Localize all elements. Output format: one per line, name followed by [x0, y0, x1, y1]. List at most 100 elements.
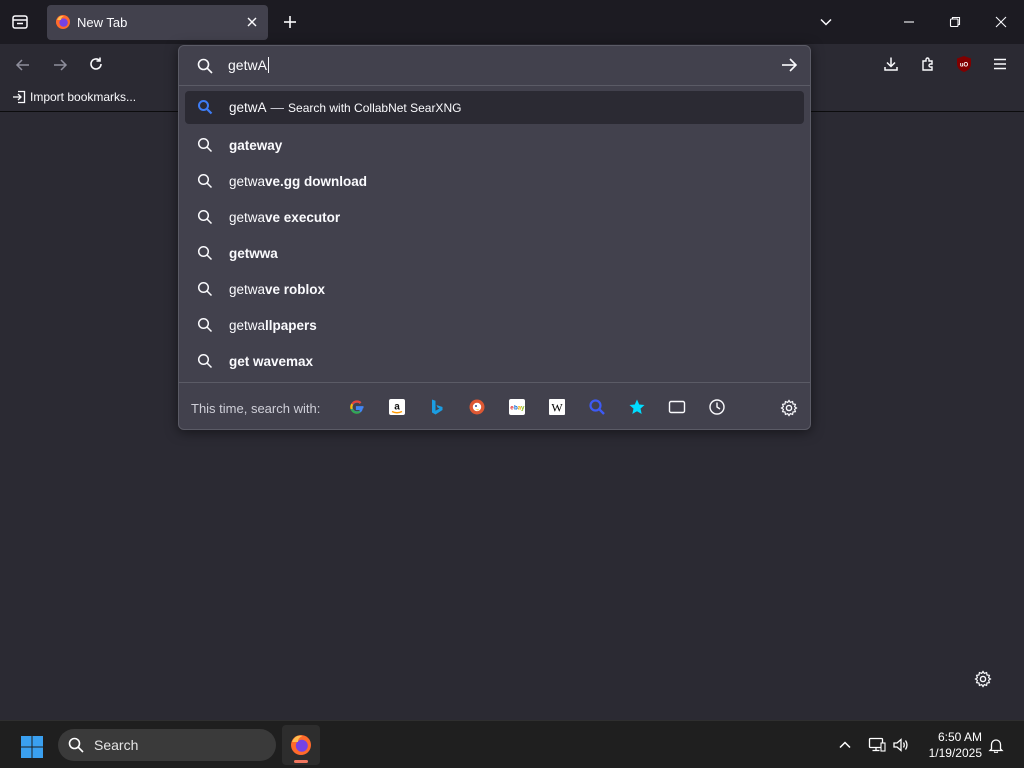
bing-icon — [432, 399, 443, 415]
amazon-icon: a — [389, 399, 405, 415]
chevron-up-icon — [839, 741, 851, 749]
firefox-view-button[interactable] — [8, 10, 32, 34]
go-arrow-icon[interactable] — [780, 56, 798, 74]
suggestion-row[interactable]: get wavemax — [179, 343, 810, 379]
searxng-icon — [198, 100, 213, 115]
search-icon — [197, 317, 213, 333]
one-off-wikipedia-button[interactable]: W — [547, 397, 567, 417]
svg-text:a: a — [394, 402, 400, 413]
search-icon — [197, 58, 213, 74]
one-off-label: This time, search with: — [191, 401, 321, 416]
firefox-logo-icon — [291, 735, 311, 755]
one-off-duckduckgo-button[interactable] — [467, 397, 487, 417]
urlbar-dropdown: getwA getwA — Search with CollabNet SearXN… — [178, 45, 811, 430]
suggestion-completion: get wavemax — [229, 353, 314, 369]
app-menu-button[interactable] — [989, 53, 1011, 75]
one-off-google-button[interactable] — [347, 397, 367, 417]
search-settings-gear-icon[interactable] — [780, 399, 798, 417]
urlbar-input[interactable]: getwA — [228, 57, 269, 73]
suggestion-completion: llpapers — [265, 317, 317, 333]
suggestion-completion: gateway — [229, 137, 283, 153]
tab-new-tab[interactable]: New Tab — [47, 5, 268, 40]
one-off-history-button[interactable] — [707, 397, 727, 417]
close-window-button[interactable] — [988, 11, 1014, 33]
firefox-view-icon — [12, 15, 28, 29]
suggestion-typed: getwa — [229, 173, 266, 189]
taskbar-firefox-button[interactable] — [282, 725, 320, 765]
taskbar-search-box[interactable]: Search — [58, 729, 276, 761]
suggestion-row[interactable]: getwallpapers — [179, 307, 810, 343]
one-off-ebay-button[interactable]: e b a y — [507, 397, 527, 417]
network-icon — [868, 737, 886, 752]
search-icon — [197, 209, 213, 225]
back-arrow-icon — [15, 59, 29, 71]
suggestion-typed: getwa — [229, 317, 266, 333]
searxng-icon — [589, 399, 605, 415]
list-all-tabs-button[interactable] — [815, 11, 837, 33]
one-off-amazon-button[interactable]: a — [387, 397, 407, 417]
ublock-origin-button[interactable]: uO — [953, 53, 975, 75]
ublock-origin-icon: uO — [957, 56, 971, 72]
tabs-icon — [668, 400, 686, 414]
back-button[interactable] — [12, 54, 34, 76]
taskbar-search-placeholder: Search — [94, 737, 139, 753]
restore-button[interactable] — [942, 11, 968, 33]
suggestion-completion: ve roblox — [265, 281, 326, 297]
heuristic-action: Search with CollabNet SearXNG — [288, 101, 462, 115]
suggestion-row[interactable]: getwwa — [179, 235, 810, 271]
download-icon — [884, 57, 898, 71]
search-icon — [197, 245, 213, 261]
chevron-down-icon — [820, 18, 832, 26]
suggestion-completion: getwwa — [229, 245, 278, 261]
bell-icon — [988, 739, 1004, 753]
heuristic-query: getwA — [229, 100, 267, 115]
hamburger-menu-icon — [994, 58, 1006, 70]
volume-button[interactable] — [890, 734, 912, 756]
history-icon — [709, 399, 725, 415]
suggestion-row[interactable]: getwave.gg download — [179, 163, 810, 199]
suggestion-text: getwave executor — [229, 210, 340, 225]
restore-icon — [949, 16, 961, 28]
windows-logo-icon — [21, 736, 43, 758]
suggestion-row[interactable]: gateway — [179, 127, 810, 163]
speaker-icon — [893, 738, 908, 752]
ebay-icon: e b a y — [509, 399, 525, 415]
suggestion-row[interactable]: getwave roblox — [179, 271, 810, 307]
taskbar-clock[interactable]: 6:50 AM 1/19/2025 — [918, 729, 982, 761]
svg-text:y: y — [521, 405, 525, 412]
forward-arrow-icon — [54, 59, 68, 71]
heuristic-result-row[interactable]: getwA — Search with CollabNet SearXNG — [185, 91, 804, 124]
svg-text:W: W — [551, 401, 563, 415]
downloads-button[interactable] — [880, 53, 902, 75]
suggestion-row[interactable]: getwave executor — [179, 199, 810, 235]
search-icon — [68, 737, 84, 753]
network-button[interactable] — [866, 734, 888, 756]
urlbar-input-row[interactable]: getwA — [179, 46, 810, 86]
import-bookmarks-label: Import bookmarks... — [30, 90, 137, 104]
one-off-bing-button[interactable] — [427, 397, 447, 417]
text-caret — [267, 57, 269, 73]
search-icon — [197, 353, 213, 369]
plus-icon — [284, 16, 296, 28]
minimize-icon — [904, 21, 914, 23]
customize-gear-icon[interactable] — [974, 670, 992, 688]
reload-button[interactable] — [85, 53, 107, 75]
extensions-button[interactable] — [917, 53, 939, 75]
suggestion-text: gateway — [229, 138, 282, 153]
close-tab-icon[interactable] — [244, 14, 260, 30]
show-hidden-icons-button[interactable] — [834, 734, 856, 756]
suggestion-typed: getwa — [229, 209, 266, 225]
start-button[interactable] — [18, 733, 46, 761]
minimize-button[interactable] — [896, 11, 922, 33]
clock-date: 1/19/2025 — [928, 746, 982, 760]
import-icon — [13, 90, 26, 104]
suggestion-text: get wavemax — [229, 354, 313, 369]
notifications-button[interactable] — [985, 734, 1007, 756]
new-tab-button[interactable] — [279, 11, 301, 33]
forward-button[interactable] — [49, 54, 71, 76]
import-bookmarks-button[interactable]: Import bookmarks... — [12, 90, 136, 104]
one-off-search-bar: This time, search with: a e b a y W — [179, 382, 810, 430]
one-off-searxng-button[interactable] — [587, 397, 607, 417]
one-off-tabs-button[interactable] — [667, 397, 687, 417]
one-off-bookmarks-button[interactable] — [627, 397, 647, 417]
